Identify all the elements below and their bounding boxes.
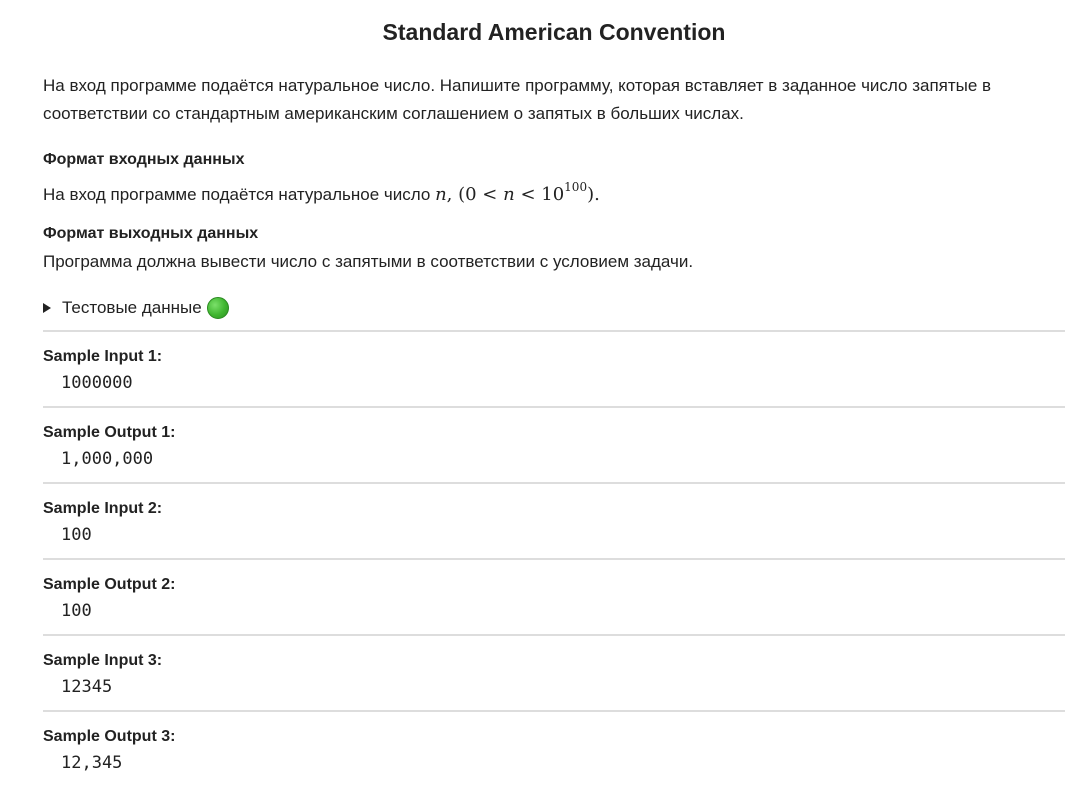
input-format-text: На вход программе подаётся натуральное ч… <box>43 175 600 207</box>
input-format-heading: Формат входных данных <box>43 151 245 168</box>
input-format-description: На вход программе подаётся натуральное ч… <box>43 185 431 204</box>
output-format-heading: Формат выходных данных <box>43 225 259 242</box>
math-open: (0 < <box>458 184 498 205</box>
sample-value[interactable]: 100 <box>61 524 92 546</box>
output-format-text: Программа должна вывести число с запятым… <box>43 252 694 271</box>
input-format-formula: n, (0 < n < 10100). <box>435 180 600 205</box>
math-variable-2: n <box>503 184 515 205</box>
disclosure-triangle-icon <box>43 303 51 313</box>
sample-block: Sample Input 2: 100 <box>43 482 1065 558</box>
sample-block: Sample Input 1: 1000000 <box>43 330 1065 406</box>
sample-label: Sample Output 1: <box>43 424 176 441</box>
sample-value[interactable]: 1,000,000 <box>61 448 153 470</box>
math-exponent: 100 <box>564 180 588 194</box>
math-close: ). <box>587 184 600 205</box>
sample-label: Sample Output 3: <box>43 728 176 745</box>
tests-toggle[interactable]: Тестовые данные <box>43 294 229 322</box>
sample-value[interactable]: 1000000 <box>61 372 133 394</box>
sample-block: Sample Input 3: 12345 <box>43 634 1065 710</box>
green-circle-icon <box>206 297 229 319</box>
sample-block: Sample Output 3: 12,345 <box>43 710 1065 786</box>
math-mid: < 10 <box>520 184 565 205</box>
sample-block: Sample Output 1: 1,000,000 <box>43 406 1065 482</box>
sample-label: Sample Input 2: <box>43 500 163 517</box>
sample-label: Sample Input 1: <box>43 348 163 365</box>
sample-label: Sample Input 3: <box>43 652 163 669</box>
page-title: Standard American Convention <box>382 19 726 45</box>
sample-value[interactable]: 100 <box>61 600 92 622</box>
sample-label: Sample Output 2: <box>43 576 176 593</box>
problem-statement: На вход программе подаётся натуральное ч… <box>43 76 992 123</box>
sample-value[interactable]: 12345 <box>61 676 112 698</box>
sample-value[interactable]: 12,345 <box>61 752 122 774</box>
tests-label: Тестовые данные <box>62 298 202 317</box>
sample-block: Sample Output 2: 100 <box>43 558 1065 634</box>
math-variable: n <box>435 184 447 205</box>
